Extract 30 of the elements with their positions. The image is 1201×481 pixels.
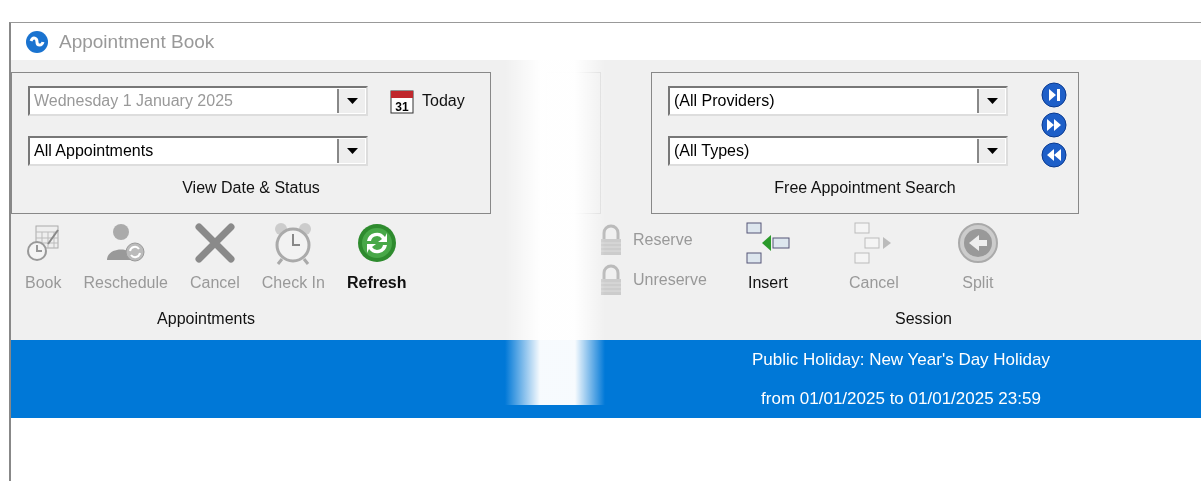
insert-blocks-icon bbox=[745, 221, 791, 265]
group-title: Free Appointment Search bbox=[773, 178, 957, 197]
cross-icon bbox=[193, 222, 236, 264]
today-button[interactable]: 31 Today bbox=[390, 88, 465, 114]
dropdown-arrow-icon bbox=[346, 148, 358, 154]
dropdown-arrow-icon bbox=[986, 148, 998, 154]
toolbar-button[interactable]: Insert bbox=[741, 220, 795, 292]
padlock-icon bbox=[599, 263, 623, 297]
banner-text: Public Holiday: New Year's Day Holiday bbox=[750, 349, 1052, 370]
dropdown-field[interactable]: All Appointments bbox=[28, 136, 368, 166]
split-icon bbox=[956, 222, 999, 264]
refresh-icon bbox=[355, 222, 398, 264]
group-label: Appointments bbox=[156, 310, 256, 328]
padlock-icon bbox=[599, 223, 623, 257]
dropdown-field[interactable]: (All Types) bbox=[668, 136, 1008, 166]
skip-forward-icon[interactable] bbox=[1041, 82, 1067, 108]
group-title: View Date & Status bbox=[181, 178, 321, 197]
group-label: Session bbox=[894, 310, 953, 328]
window-title: Appointment Book bbox=[59, 30, 215, 53]
calendar-icon: 31 bbox=[390, 88, 414, 114]
dropdown-arrow-icon bbox=[986, 98, 998, 104]
app-logo-icon bbox=[25, 29, 49, 54]
banner-text: from 01/01/2025 to 01/01/2025 23:59 bbox=[760, 388, 1042, 409]
dropdown-arrow-icon bbox=[346, 98, 358, 104]
toolbar-button[interactable]: Refresh bbox=[342, 220, 411, 292]
person-sync-icon bbox=[104, 222, 147, 264]
dropdown-field[interactable]: (All Providers) bbox=[668, 86, 1008, 116]
fast-forward-icon[interactable] bbox=[1041, 112, 1067, 138]
rewind-icon[interactable] bbox=[1041, 142, 1067, 168]
calendar-clock-icon bbox=[26, 224, 61, 262]
